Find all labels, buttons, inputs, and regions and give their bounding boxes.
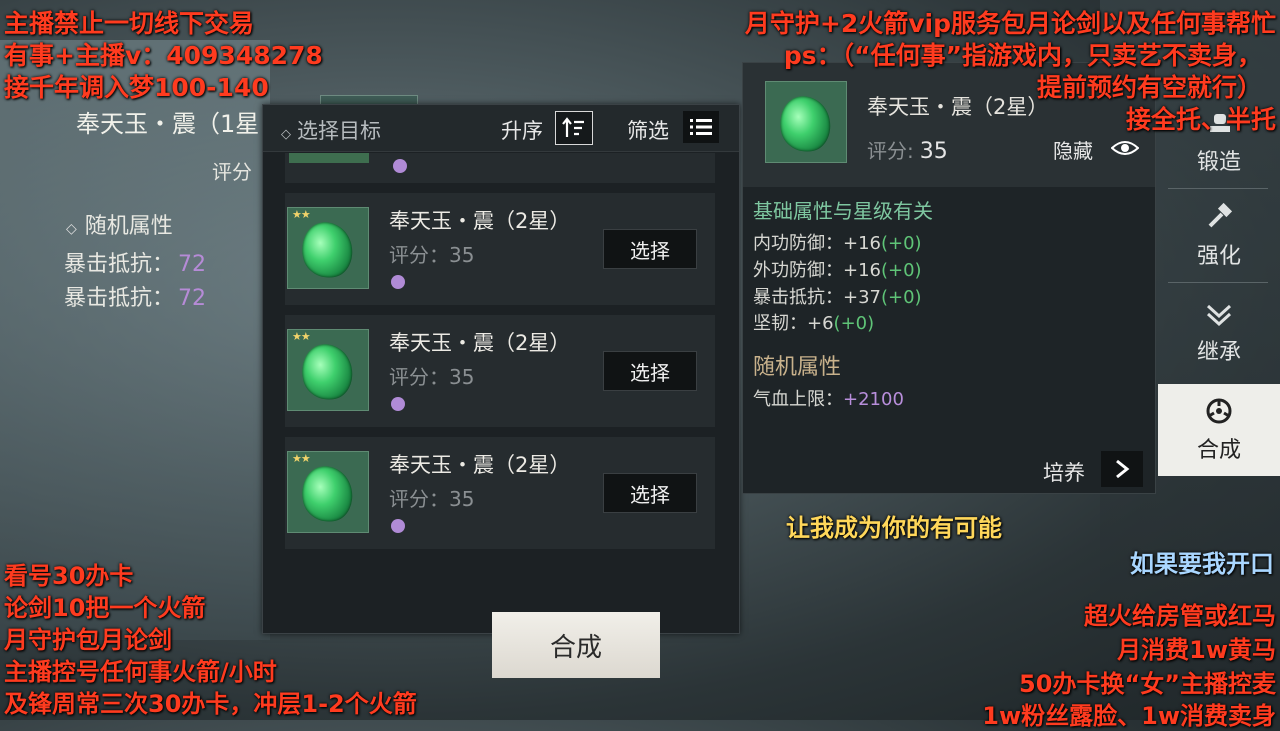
jade-gem-icon [296,461,358,527]
cultivate-button[interactable] [1101,451,1143,487]
select-button[interactable]: 选择 [603,351,697,391]
overlay-text-center: 让我成为你的有可能 [786,514,1002,542]
overlay-text-top-left-3: 接千年调入梦100-140 [4,73,269,102]
item-name: 奉天玉・震（2星） [389,453,571,477]
item-thumbnail: ★★ [287,329,369,411]
tab-divider [1168,282,1268,283]
item-score: 评分：35 [389,365,475,389]
item-thumbnail [765,81,847,163]
tab-merge[interactable]: 合成 [1158,384,1280,476]
star-icon: ★★ [292,452,311,465]
random-attr-title: 随机属性 [753,355,842,380]
jade-gem-icon [774,91,836,157]
detail-item-name: 奉天玉・震（2星） [867,95,1049,119]
background-stat: 暴击抵抗： 72 [64,286,207,311]
list-item[interactable]: ★★ 奉天玉・震（2星） 评分：35 选择 [285,315,715,427]
sort-ascending-icon [562,117,584,137]
sort-button[interactable] [555,111,593,145]
merge-button[interactable]: 合成 [492,612,660,678]
overlay-text-bottom-left-5: 及锋周常三次30办卡，冲层1-2个火箭 [4,690,417,718]
background-score-label: 评分 [212,160,252,184]
item-score: 评分：35 [389,487,475,511]
detail-score: 评分: 35 [867,139,948,164]
star-icon: ★★ [292,330,311,343]
background-item-name: 奉天玉・震（1星 [76,110,260,138]
list-item[interactable]: ★★ 奉天玉・震（2星） 评分：35 选择 [285,193,715,305]
sort-label: 升序 [501,119,543,143]
cultivate-label: 培养 [1043,461,1085,485]
quality-dot [391,275,405,289]
filter-label: 筛选 [627,119,669,143]
overlay-text-bottom-left-1: 看号30办卡 [4,562,134,590]
base-attr: 坚韧：+6(+0) [753,313,875,334]
item-thumbnail: ★★ [287,451,369,533]
random-attr: 气血上限：+2100 [753,389,904,410]
overlay-text-bottom-right-4: 1w粉丝露脸、1w消费卖身 [982,702,1276,730]
tab-divider [1168,188,1268,189]
inherit-icon [1206,304,1232,327]
eye-icon[interactable] [1111,139,1139,157]
diamond-icon: ◇ [66,221,77,237]
star-icon: ★★ [292,208,311,221]
overlay-text-bottom-right-1: 超火给房管或红马 [1084,602,1276,630]
overlay-text-right: 如果要我开口 [1130,550,1274,578]
overlay-text-bottom-left-4: 主播控号任何事火箭/小时 [4,658,277,686]
base-attr-title: 基础属性与星级有关 [753,199,933,223]
list-icon [690,119,712,135]
overlay-text-top-right-4: 接全托、半托 [1125,105,1276,134]
base-attr: 内功防御：+16(+0) [753,233,922,254]
panel-header: ◇ 选择目标 升序 筛选 [263,105,739,152]
hammer-icon [1208,202,1233,228]
overlay-text-bottom-left-2: 论剑10把一个火箭 [4,594,206,622]
item-thumbnail [289,153,369,163]
overlay-text-top-right-1: 月守护+2火箭vip服务包月论剑以及任何事帮忙 [744,9,1276,38]
tab-inherit[interactable]: 继承 [1158,286,1280,378]
tab-enhance[interactable]: 强化 [1158,190,1280,282]
base-attr: 暴击抵抗：+37(+0) [753,287,922,308]
item-name: 奉天玉・震（2星） [389,209,571,233]
overlay-text-bottom-right-3: 50办卡换“女”主播控麦 [1019,670,1276,698]
item-score: 评分：35 [389,243,475,267]
background-stat: 暴击抵抗： 72 [64,252,207,277]
overlay-text-top-left-1: 主播禁止一切线下交易 [4,9,255,38]
quality-dot [393,159,407,173]
list-item[interactable]: ★★ 奉天玉・震（2星） 评分：35 选择 [285,437,715,549]
quality-dot [391,397,405,411]
select-button[interactable]: 选择 [603,229,697,269]
filter-button[interactable] [683,111,719,143]
item-name: 奉天玉・震（2星） [389,331,571,355]
item-thumbnail: ★★ [287,207,369,289]
overlay-text-bottom-left-3: 月守护包月论剑 [4,626,172,654]
overlay-text-top-right-2: ps：（“任何事”指游戏内，只卖艺不卖身， [783,41,1262,70]
select-button[interactable]: 选择 [603,473,697,513]
quality-dot [391,519,405,533]
background-random-attr-title: ◇ 随机属性 [66,214,173,239]
overlay-text-top-left-2: 有事+主播v：409348278 [4,41,323,70]
chevron-right-icon [1116,459,1130,479]
jade-gem-icon [296,339,358,405]
list-item-partial [285,153,715,183]
diamond-icon: ◇ [281,127,291,142]
jade-gem-icon [296,217,358,283]
hide-label: 隐藏 [1053,139,1093,163]
item-detail-panel: 奉天玉・震（2星） 评分: 35 隐藏 基础属性与星级有关 内功防御：+16(+0… [742,62,1156,494]
overlay-text-top-right-3: 提前预约有空就行） [1036,73,1262,102]
overlay-text-bottom-right-2: 月消费1w黄马 [1117,636,1276,664]
merge-icon [1206,398,1232,424]
base-attr: 外功防御：+16(+0) [753,260,922,281]
panel-title: ◇ 选择目标 [281,119,381,143]
select-target-panel: ◇选择目标 升序 筛选 ★★ 奉天玉・震（2星） 评分：35 选择 ★★ 奉天 [262,104,740,634]
